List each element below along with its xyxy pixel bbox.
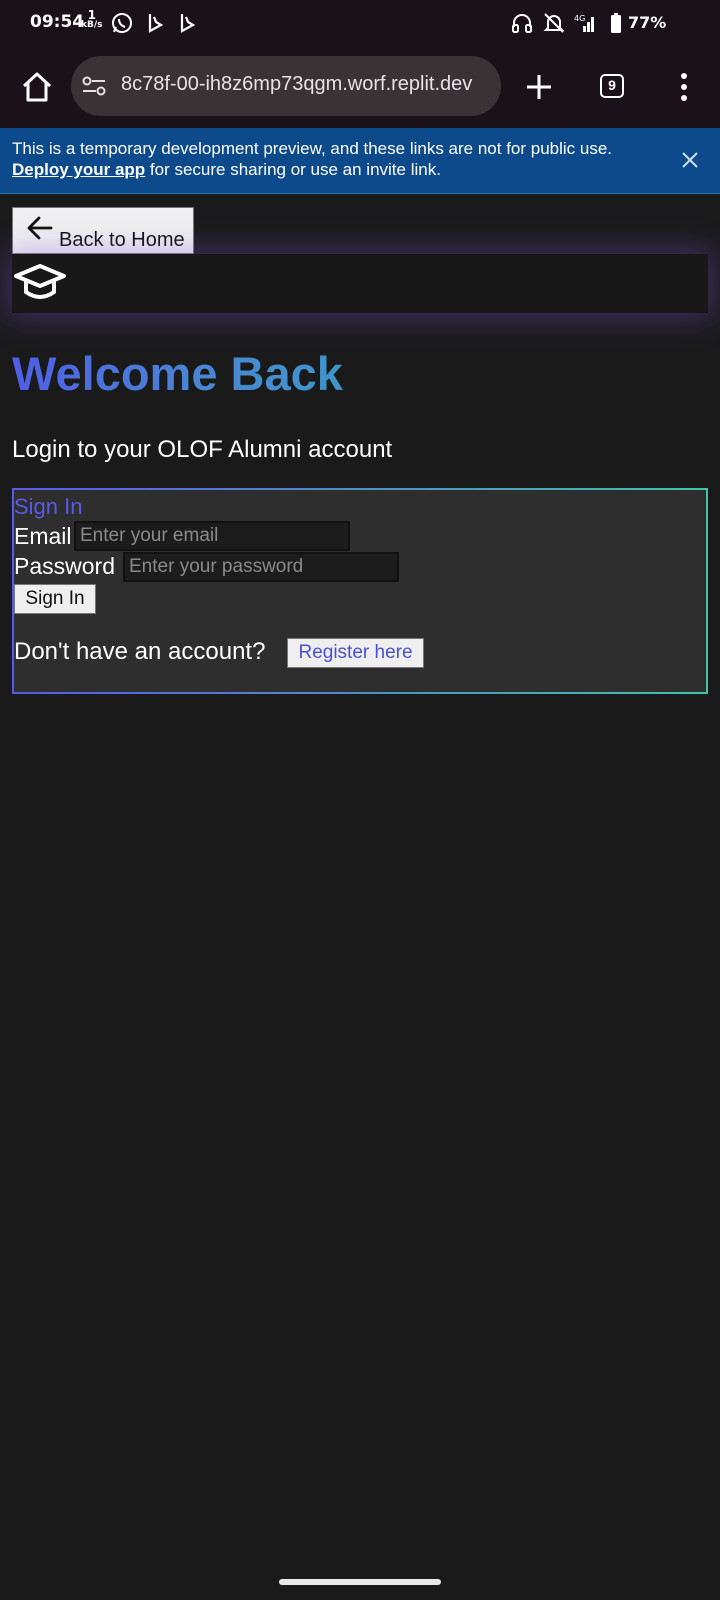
arrow-left-icon	[27, 216, 53, 240]
net-speed: 1 kB/s	[81, 8, 103, 30]
tab-switcher-button[interactable]: 9	[600, 74, 624, 98]
battery-icon	[611, 13, 621, 33]
email-label: Email	[14, 523, 72, 549]
bing-icon	[180, 14, 196, 33]
bell-off-icon	[543, 13, 565, 33]
page-subtitle: Login to your OLOF Alumni account	[12, 436, 393, 463]
deploy-app-link[interactable]: Deploy your app	[12, 160, 145, 179]
net-speed-value: 1	[87, 8, 96, 22]
new-tab-icon[interactable]	[524, 72, 554, 102]
graduation-cap-icon	[14, 264, 66, 299]
home-icon[interactable]	[18, 68, 56, 106]
status-bar: 09:54 1 kB/s 4G 77%	[0, 0, 720, 46]
card-title: Sign In	[14, 494, 83, 519]
svg-text:4G: 4G	[574, 14, 585, 23]
register-button[interactable]: Register here	[287, 638, 424, 668]
email-field[interactable]	[74, 521, 350, 551]
whatsapp-icon	[112, 13, 132, 33]
browser-toolbar: 8c78f-00-ih8z6mp73qgm.worf.replit.dev 9	[0, 46, 720, 128]
bing-icon	[148, 14, 164, 33]
signal-icon: 4G	[574, 14, 594, 32]
address-bar[interactable]: 8c78f-00-ih8z6mp73qgm.worf.replit.dev	[71, 56, 501, 116]
gesture-nav-handle[interactable]	[279, 1579, 441, 1585]
no-account-text: Don't have an account?	[14, 638, 266, 665]
back-button-label: Back to Home	[59, 229, 185, 251]
site-settings-icon[interactable]	[81, 74, 107, 98]
headphones-icon	[512, 14, 532, 33]
banner-text: This is a temporary development preview,…	[12, 139, 613, 158]
back-to-home-button[interactable]: Back to Home	[12, 207, 194, 254]
net-speed-unit: kB/s	[81, 20, 103, 30]
banner-text-line2: Deploy your app for secure sharing or us…	[12, 159, 441, 180]
dev-preview-banner: This is a temporary development preview,…	[0, 128, 720, 194]
status-time: 09:54	[30, 12, 85, 32]
battery-percent: 77%	[628, 13, 667, 32]
url-text[interactable]: 8c78f-00-ih8z6mp73qgm.worf.replit.dev	[121, 73, 493, 96]
sign-in-button[interactable]: Sign In	[14, 584, 96, 614]
banner-text-rest: for secure sharing or use an invite link…	[145, 160, 441, 179]
password-label: Password	[14, 553, 115, 579]
password-field[interactable]	[123, 552, 399, 582]
page-title: Welcome Back	[12, 347, 343, 400]
more-menu-icon[interactable]	[676, 72, 692, 102]
close-icon[interactable]	[680, 150, 700, 170]
sign-in-card: Sign In Email Password Sign In Don't hav…	[12, 488, 708, 694]
app-header	[12, 254, 708, 313]
